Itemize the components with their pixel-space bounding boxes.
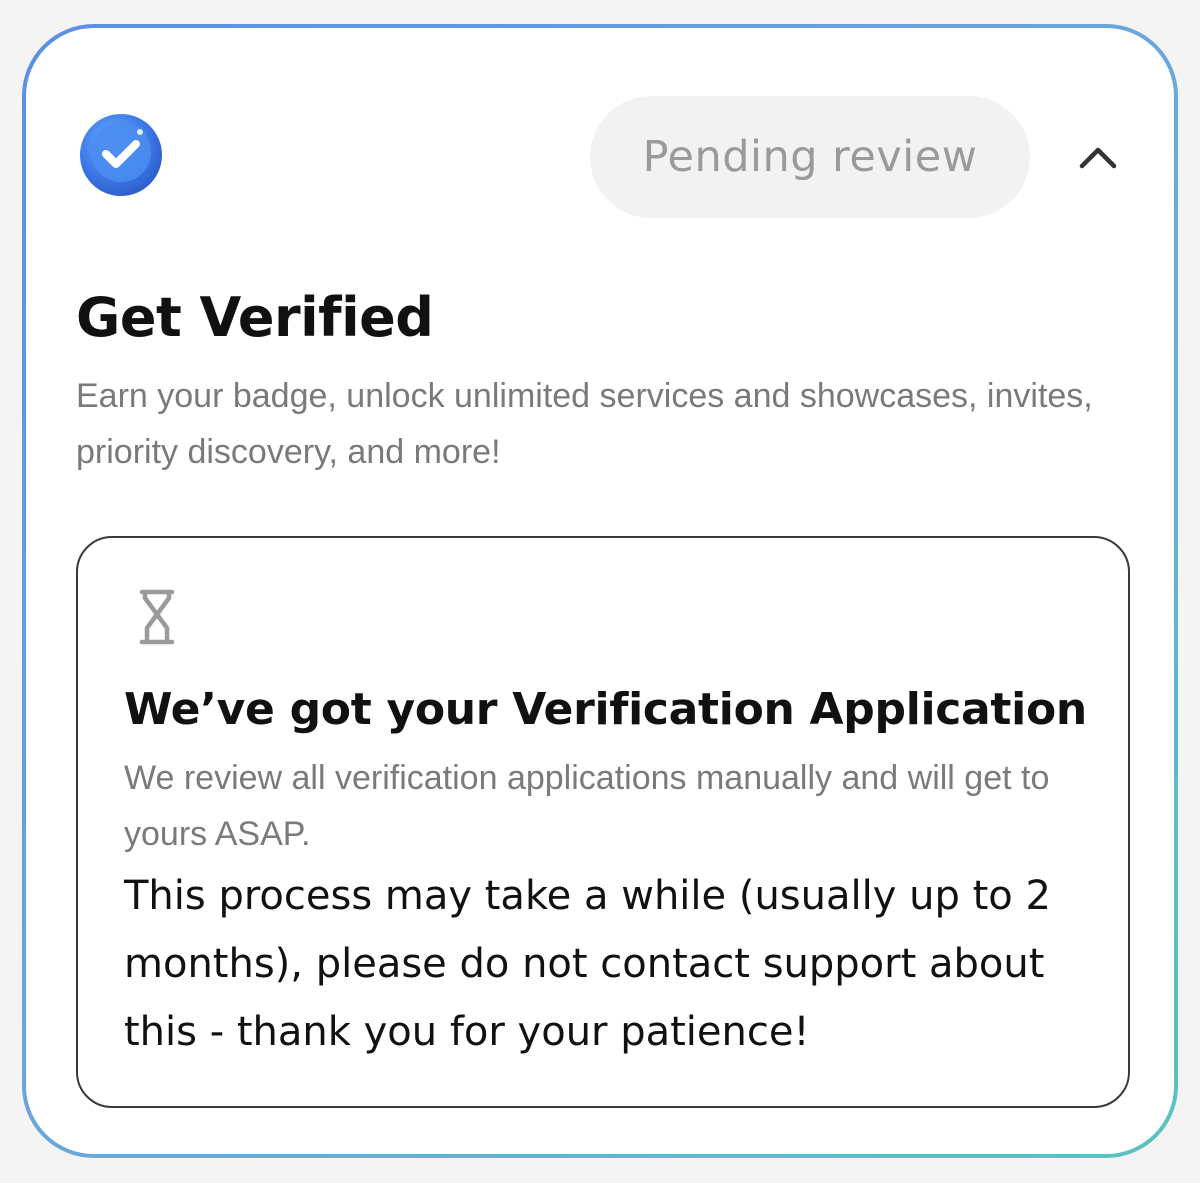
status-pill: Pending review: [590, 96, 1030, 218]
verification-card-border: Pending review Get Verified Earn your ba…: [22, 24, 1178, 1158]
section-subtitle: Earn your badge, unlock unlimited servic…: [76, 377, 1093, 471]
status-pill-label: Pending review: [642, 132, 978, 182]
verification-card: Pending review Get Verified Earn your ba…: [26, 28, 1174, 1154]
application-status-title: We’ve got your Verification Application: [124, 684, 1087, 735]
chevron-up-icon[interactable]: [1072, 138, 1124, 178]
verified-badge-icon: [80, 114, 162, 196]
hourglass-icon: [139, 589, 175, 645]
section-title: Get Verified: [76, 286, 434, 349]
application-status-note: This process may take a while (usually u…: [124, 873, 1051, 1055]
application-status-box: We’ve got your Verification Application …: [76, 536, 1130, 1108]
application-status-description: We review all verification applications …: [124, 759, 1050, 853]
